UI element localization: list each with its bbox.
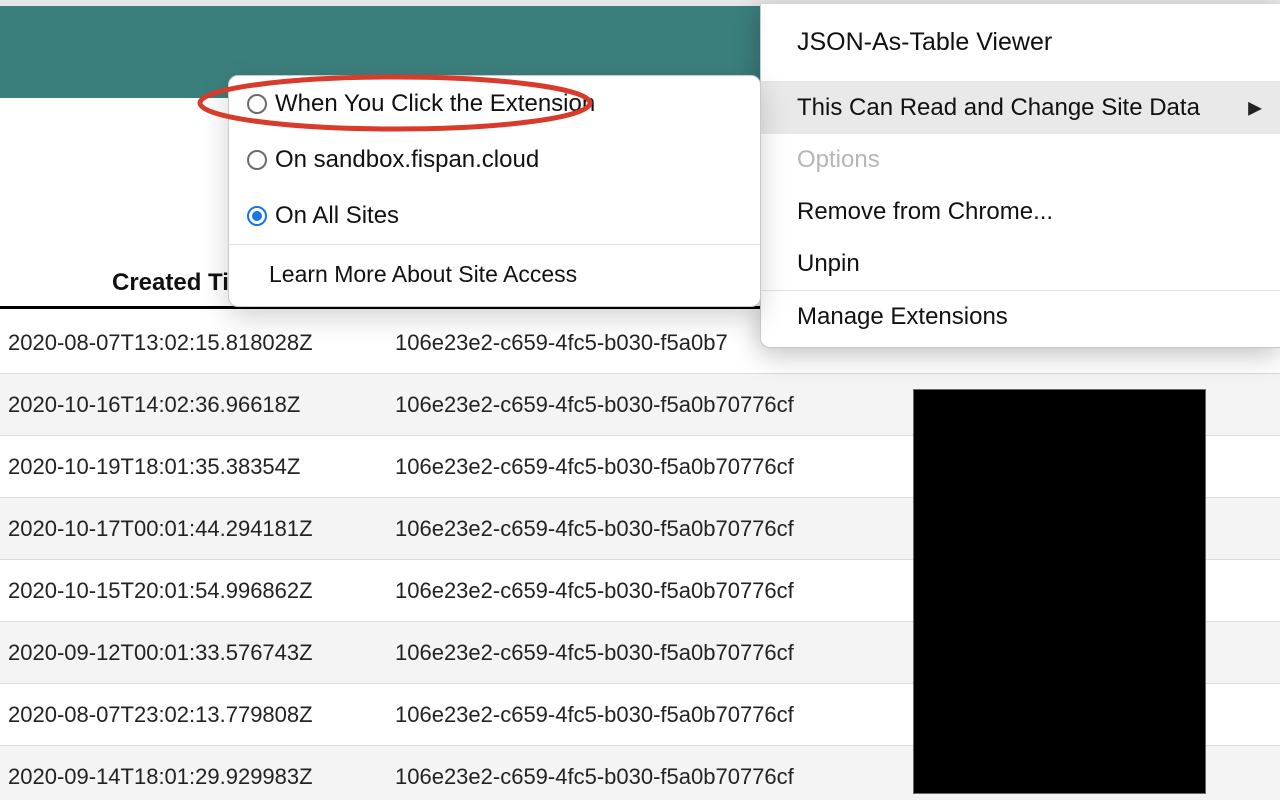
cell-created: 2020-10-19T18:01:35.38354Z (0, 454, 395, 480)
extension-context-menu: JSON-As-Table Viewer This Can Read and C… (760, 4, 1280, 348)
submenu-option-all-sites[interactable]: On All Sites (229, 188, 760, 244)
submenu-learn-label: Learn More About Site Access (269, 261, 577, 287)
radio-icon (247, 150, 267, 170)
site-access-submenu: When You Click the Extension On sandbox.… (228, 75, 761, 307)
submenu-option-label: On All Sites (275, 202, 399, 230)
submenu-option-label: When You Click the Extension (275, 90, 595, 118)
context-menu-title: JSON-As-Table Viewer (761, 4, 1280, 81)
menu-item-label: Manage Extensions (797, 303, 1008, 330)
menu-item-label: Remove from Chrome... (797, 198, 1053, 225)
cell-created: 2020-09-14T18:01:29.929983Z (0, 764, 395, 790)
redaction-box (913, 389, 1206, 794)
submenu-arrow-icon: ▶ (1248, 98, 1262, 119)
menu-item-remove[interactable]: Remove from Chrome... (761, 186, 1280, 238)
menu-item-site-access[interactable]: This Can Read and Change Site Data ▶ (761, 82, 1280, 134)
cell-created: 2020-08-07T23:02:13.779808Z (0, 702, 395, 728)
menu-item-label: Unpin (797, 250, 860, 277)
menu-item-label: This Can Read and Change Site Data (797, 94, 1200, 121)
menu-item-options: Options (761, 134, 1280, 186)
cell-created: 2020-10-15T20:01:54.996862Z (0, 578, 395, 604)
menu-item-unpin[interactable]: Unpin (761, 238, 1280, 290)
submenu-option-on-click[interactable]: When You Click the Extension (229, 76, 760, 132)
column-header-created: Created Ti (112, 269, 229, 297)
radio-icon-selected (247, 206, 267, 226)
submenu-option-on-site[interactable]: On sandbox.fispan.cloud (229, 132, 760, 188)
cell-created: 2020-10-16T14:02:36.96618Z (0, 392, 395, 418)
radio-icon (247, 94, 267, 114)
cell-created: 2020-10-17T00:01:44.294181Z (0, 516, 395, 542)
menu-item-manage-extensions[interactable]: Manage Extensions (761, 291, 1280, 343)
cell-created: 2020-09-12T00:01:33.576743Z (0, 640, 395, 666)
submenu-learn-more[interactable]: Learn More About Site Access (229, 245, 760, 306)
submenu-option-label: On sandbox.fispan.cloud (275, 146, 539, 174)
menu-item-label: Options (797, 146, 880, 173)
cell-created: 2020-08-07T13:02:15.818028Z (0, 330, 395, 356)
